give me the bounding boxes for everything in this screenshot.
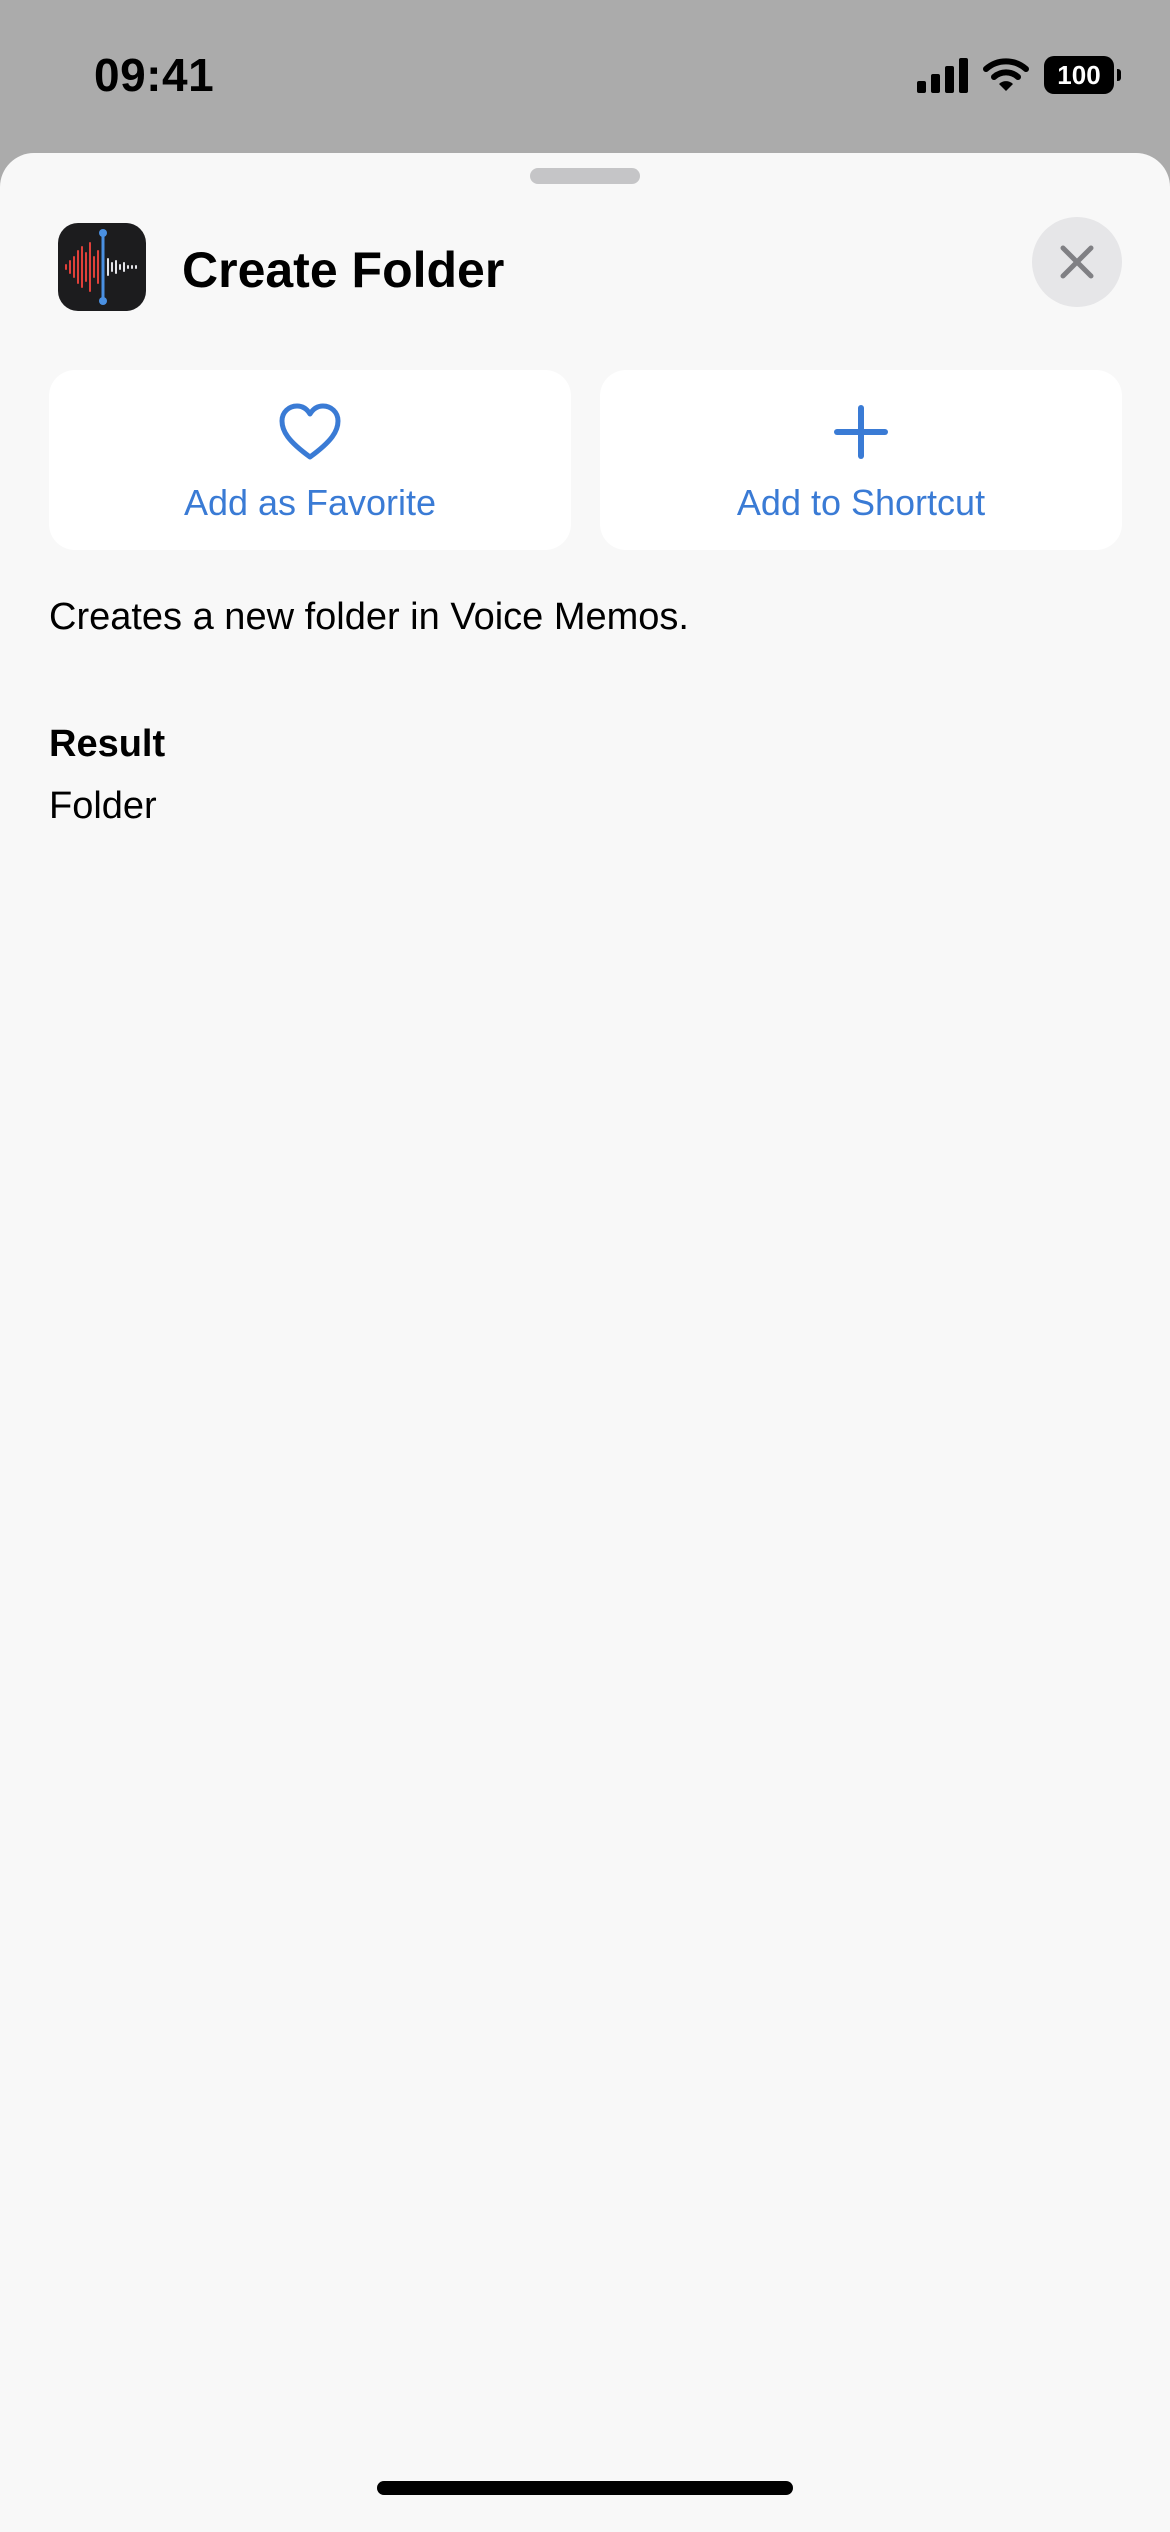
heart-icon	[279, 403, 341, 460]
add-to-shortcut-label: Add to Shortcut	[736, 482, 986, 523]
close-icon	[1060, 245, 1094, 279]
cellular-signal-icon	[917, 57, 968, 93]
result-value: Folder	[49, 785, 157, 827]
action-detail-sheet: Create Folder Add as Favorite Add to Sho…	[0, 153, 1170, 2532]
add-to-shortcut-button[interactable]: Add to Shortcut	[600, 370, 1122, 550]
action-description: Creates a new folder in Voice Memos.	[49, 596, 689, 638]
add-as-favorite-button[interactable]: Add as Favorite	[49, 370, 571, 550]
home-indicator[interactable]	[377, 2481, 793, 2495]
action-title: Create Folder	[182, 242, 505, 298]
plus-icon	[834, 405, 888, 459]
battery-level: 100	[1057, 59, 1101, 90]
result-heading: Result	[49, 723, 166, 765]
status-time: 09:41	[94, 49, 215, 101]
add-as-favorite-label: Add as Favorite	[183, 482, 437, 523]
close-button[interactable]	[1032, 217, 1122, 307]
status-icons: 100	[917, 52, 1121, 98]
wifi-icon	[983, 58, 1029, 91]
battery-icon: 100	[1044, 56, 1121, 94]
voice-memos-app-icon	[58, 223, 146, 311]
status-bar: 09:41 100	[0, 0, 1170, 150]
sheet-grabber[interactable]	[530, 168, 640, 184]
